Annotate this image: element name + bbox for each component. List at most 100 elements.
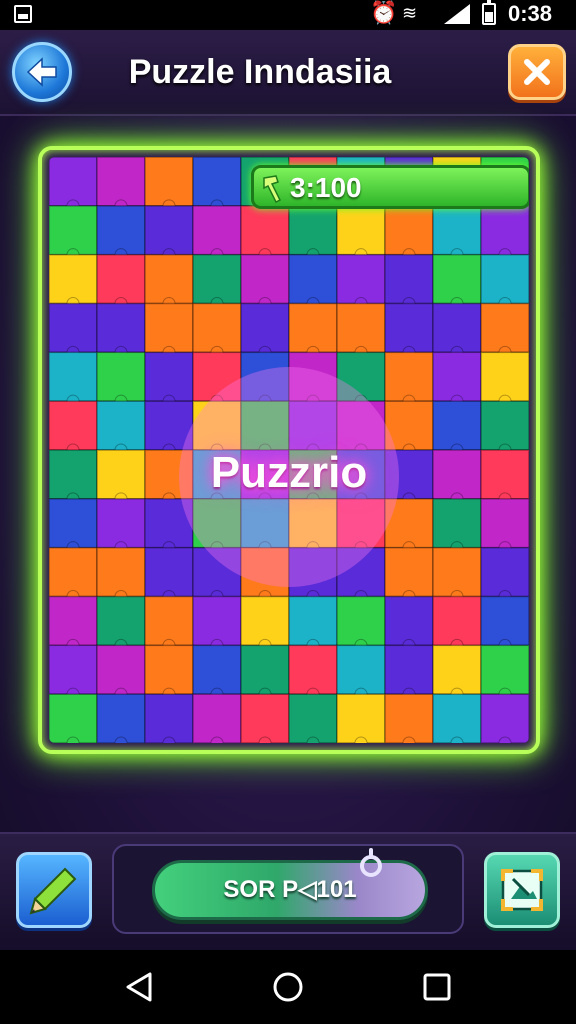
puzzle-piece[interactable] bbox=[432, 351, 482, 402]
puzzle-piece[interactable] bbox=[480, 302, 529, 354]
puzzle-piece[interactable] bbox=[288, 595, 338, 647]
puzzle-piece[interactable] bbox=[49, 498, 98, 549]
puzzle-piece[interactable] bbox=[384, 595, 434, 647]
puzzle-piece[interactable] bbox=[432, 644, 482, 695]
close-button[interactable] bbox=[508, 44, 566, 100]
puzzle-piece[interactable] bbox=[96, 205, 146, 256]
puzzle-piece[interactable] bbox=[240, 302, 290, 354]
page-title: Puzzle Inndasiia bbox=[128, 53, 392, 91]
puzzle-piece[interactable] bbox=[384, 693, 434, 743]
puzzle-piece[interactable] bbox=[96, 546, 146, 598]
puzzle-piece[interactable] bbox=[144, 351, 194, 402]
puzzle-piece[interactable] bbox=[432, 693, 482, 743]
puzzle-piece[interactable] bbox=[96, 157, 146, 207]
puzzle-piece[interactable] bbox=[96, 498, 146, 549]
puzzle-piece[interactable] bbox=[49, 253, 98, 305]
puzzle-piece[interactable] bbox=[480, 595, 529, 647]
puzzle-piece[interactable] bbox=[49, 546, 98, 598]
puzzle-piece[interactable] bbox=[288, 644, 338, 695]
puzzle-piece[interactable] bbox=[240, 205, 290, 256]
puzzle-piece[interactable] bbox=[480, 693, 529, 743]
puzzle-piece[interactable] bbox=[384, 205, 434, 256]
puzzle-piece[interactable] bbox=[432, 498, 482, 549]
puzzle-piece[interactable] bbox=[480, 644, 529, 695]
puzzle-piece[interactable] bbox=[144, 302, 194, 354]
puzzle-piece[interactable] bbox=[432, 595, 482, 647]
puzzle-piece[interactable] bbox=[384, 644, 434, 695]
puzzle-piece[interactable] bbox=[96, 253, 146, 305]
puzzle-piece[interactable] bbox=[49, 157, 98, 207]
puzzle-piece[interactable] bbox=[144, 157, 194, 207]
puzzle-piece[interactable] bbox=[384, 351, 434, 402]
puzzle-piece[interactable] bbox=[336, 595, 386, 647]
puzzle-piece[interactable] bbox=[96, 302, 146, 354]
puzzle-piece[interactable] bbox=[336, 644, 386, 695]
puzzle-piece[interactable] bbox=[192, 253, 242, 305]
puzzle-piece[interactable] bbox=[96, 693, 146, 743]
puzzle-piece[interactable] bbox=[49, 351, 98, 402]
puzzle-piece[interactable] bbox=[480, 498, 529, 549]
puzzle-piece[interactable] bbox=[49, 302, 98, 354]
puzzle-piece[interactable] bbox=[96, 351, 146, 402]
puzzle-piece[interactable] bbox=[49, 595, 98, 647]
puzzle-piece[interactable] bbox=[480, 253, 529, 305]
puzzle-piece[interactable] bbox=[144, 595, 194, 647]
puzzle-piece[interactable] bbox=[192, 595, 242, 647]
puzzle-piece[interactable] bbox=[288, 205, 338, 256]
puzzle-board[interactable]: 3:100 Puzzrio bbox=[49, 157, 529, 743]
puzzle-piece[interactable] bbox=[192, 644, 242, 695]
puzzle-piece[interactable] bbox=[144, 693, 194, 743]
sort-pieces-button[interactable]: SOR P◁101 bbox=[152, 860, 428, 920]
puzzle-piece[interactable] bbox=[336, 302, 386, 354]
puzzle-piece[interactable] bbox=[144, 644, 194, 695]
puzzle-piece[interactable] bbox=[432, 449, 482, 500]
puzzle-piece[interactable] bbox=[432, 253, 482, 305]
puzzle-piece[interactable] bbox=[288, 302, 338, 354]
puzzle-piece[interactable] bbox=[49, 205, 98, 256]
puzzle-piece[interactable] bbox=[240, 595, 290, 647]
puzzle-piece[interactable] bbox=[432, 205, 482, 256]
puzzle-piece[interactable] bbox=[49, 693, 98, 743]
puzzle-piece[interactable] bbox=[96, 644, 146, 695]
navigation-bar bbox=[0, 950, 576, 1024]
puzzle-piece[interactable] bbox=[49, 400, 98, 451]
puzzle-piece[interactable] bbox=[96, 400, 146, 451]
puzzle-piece[interactable] bbox=[192, 157, 242, 207]
puzzle-piece[interactable] bbox=[480, 449, 529, 500]
puzzle-piece[interactable] bbox=[49, 644, 98, 695]
puzzle-piece[interactable] bbox=[480, 400, 529, 451]
puzzle-piece[interactable] bbox=[192, 205, 242, 256]
puzzle-piece[interactable] bbox=[432, 302, 482, 354]
puzzle-piece[interactable] bbox=[480, 546, 529, 598]
puzzle-piece[interactable] bbox=[432, 400, 482, 451]
puzzle-piece[interactable] bbox=[240, 644, 290, 695]
puzzle-piece[interactable] bbox=[144, 546, 194, 598]
puzzle-piece[interactable] bbox=[192, 693, 242, 743]
puzzle-piece[interactable] bbox=[336, 693, 386, 743]
puzzle-piece[interactable] bbox=[336, 205, 386, 256]
puzzle-piece[interactable] bbox=[192, 302, 242, 354]
puzzle-piece[interactable] bbox=[336, 253, 386, 305]
puzzle-piece[interactable] bbox=[288, 693, 338, 743]
puzzle-piece[interactable] bbox=[96, 595, 146, 647]
puzzle-piece[interactable] bbox=[144, 253, 194, 305]
puzzle-piece[interactable] bbox=[432, 546, 482, 598]
puzzle-piece[interactable] bbox=[480, 351, 529, 402]
back-triangle-icon[interactable] bbox=[122, 970, 156, 1004]
back-button[interactable] bbox=[12, 42, 72, 102]
puzzle-piece[interactable] bbox=[384, 253, 434, 305]
puzzle-piece[interactable] bbox=[96, 449, 146, 500]
puzzle-piece[interactable] bbox=[49, 449, 98, 500]
puzzle-piece[interactable] bbox=[480, 205, 529, 256]
puzzle-piece[interactable] bbox=[288, 253, 338, 305]
puzzle-piece[interactable] bbox=[384, 546, 434, 598]
puzzle-piece[interactable] bbox=[144, 205, 194, 256]
home-circle-icon[interactable] bbox=[271, 970, 305, 1004]
puzzle-piece[interactable] bbox=[240, 693, 290, 743]
pencil-button[interactable] bbox=[16, 852, 92, 928]
game-screen: Puzzle Inndasiia 3:100 Puzzrio SOR P◁101 bbox=[0, 30, 576, 950]
puzzle-piece[interactable] bbox=[240, 253, 290, 305]
recents-square-icon[interactable] bbox=[420, 970, 454, 1004]
puzzle-piece[interactable] bbox=[384, 302, 434, 354]
picture-preview-button[interactable] bbox=[484, 852, 560, 928]
